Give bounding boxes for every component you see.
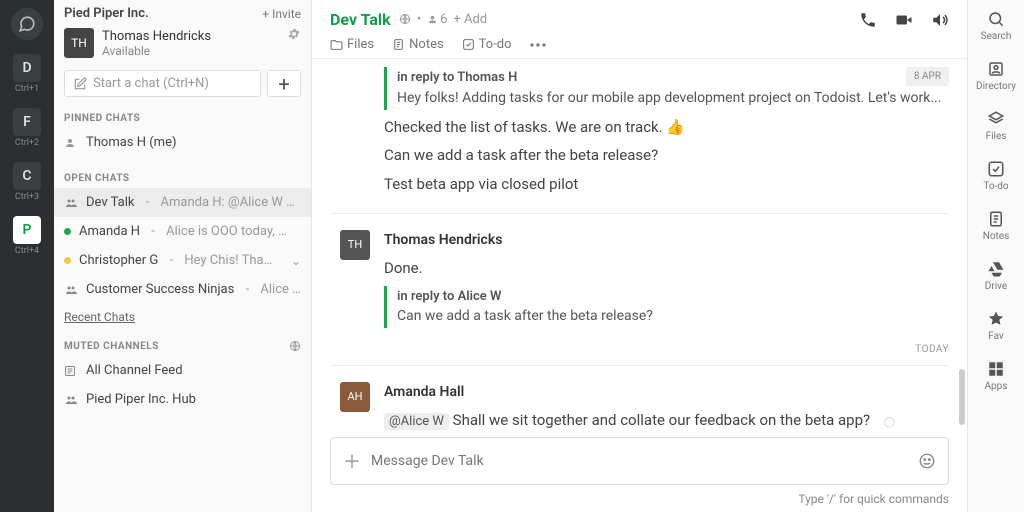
todo-icon: [987, 160, 1005, 178]
attach-icon[interactable]: ＋: [343, 448, 361, 474]
recent-chats-link[interactable]: Recent Chats: [54, 304, 311, 334]
mention-chip[interactable]: @Alice W: [384, 413, 449, 430]
directory-icon: [987, 60, 1005, 78]
divider: [330, 213, 949, 214]
day-separator: TODAY: [330, 340, 949, 359]
section-open: OPEN CHATS: [54, 167, 311, 188]
rail-files[interactable]: Files: [986, 110, 1007, 142]
call-icon[interactable]: [859, 11, 877, 29]
org-name[interactable]: Pied Piper Inc.: [64, 6, 149, 21]
tab-todo[interactable]: To-do: [462, 37, 512, 52]
reply-quote[interactable]: in reply to Alice W Can we add a task af…: [384, 286, 949, 329]
search-placeholder: Start a chat (Ctrl+N): [93, 76, 209, 91]
rail-search[interactable]: Search: [981, 10, 1012, 42]
section-muted: MUTED CHANNELS: [54, 334, 311, 356]
workspace-c[interactable]: C Ctrl+3: [13, 162, 41, 202]
message-scroll[interactable]: 8 APR in reply to Thomas H Hey folks! Ad…: [312, 59, 967, 431]
workspace-f[interactable]: F Ctrl+2: [13, 108, 41, 148]
open-item-amanda[interactable]: Amanda H - Alice is OOO today, …: [54, 217, 311, 246]
star-icon: [987, 310, 1005, 328]
profile-block[interactable]: TH Thomas Hendricks Available: [54, 25, 311, 66]
scrollbar-thumb[interactable]: [959, 369, 965, 425]
tab-files[interactable]: Files: [330, 37, 374, 52]
sound-icon[interactable]: [931, 11, 949, 29]
group-icon: [64, 284, 78, 296]
globe-icon: [399, 13, 411, 25]
muted-item-hub[interactable]: Pied Piper Inc. Hub: [54, 385, 311, 414]
channel-title[interactable]: Dev Talk: [330, 10, 391, 29]
group-icon: [64, 394, 78, 406]
files-icon: [987, 110, 1005, 128]
more-icon[interactable]: [530, 43, 546, 47]
message-block: TH Thomas Hendricks Done. in reply to Al…: [330, 220, 949, 340]
reply-quote[interactable]: in reply to Thomas H Hey folks! Adding t…: [384, 67, 949, 110]
app-logo[interactable]: [11, 8, 43, 40]
message-text: Can we add a task after the beta release…: [384, 144, 949, 167]
chevron-down-icon[interactable]: ⌄: [291, 254, 301, 268]
members-icon[interactable]: 6: [427, 12, 447, 27]
presence-icon: [64, 228, 71, 235]
open-item-christopher[interactable]: Christopher G - Hey Chis! Tha… ⌄: [54, 246, 311, 275]
author-name[interactable]: Amanda Hall: [384, 382, 949, 403]
tools-rail: Search Directory Files To-do Notes Drive…: [968, 0, 1024, 512]
sent-status-icon: ◯: [884, 417, 895, 428]
add-chat-button[interactable]: +: [267, 70, 301, 97]
profile-status: Available: [102, 44, 211, 58]
rail-directory[interactable]: Directory: [976, 60, 1016, 92]
sidebar: Pied Piper Inc. + Invite TH Thomas Hendr…: [54, 0, 312, 512]
composer-hint: Type '/' for quick commands: [312, 489, 967, 512]
gear-icon[interactable]: [287, 27, 301, 41]
drive-icon: [987, 260, 1005, 278]
notes-icon: [987, 210, 1005, 228]
compose-icon: [73, 77, 87, 91]
rail-todo[interactable]: To-do: [983, 160, 1008, 192]
avatar: TH: [64, 28, 94, 58]
message-block: AH Amanda Hall @Alice W Shall we sit tog…: [330, 372, 949, 431]
video-icon[interactable]: [895, 11, 913, 29]
workspace-rail: D Ctrl+1 F Ctrl+2 C Ctrl+3 P Ctrl+4: [0, 0, 54, 512]
rail-notes[interactable]: Notes: [983, 210, 1010, 242]
open-item-csn[interactable]: Customer Success Ninjas - Alice W:: [54, 275, 311, 304]
message-text: Checked the list of tasks. We are on tra…: [384, 116, 949, 139]
divider: [330, 365, 949, 366]
search-icon: [987, 10, 1005, 28]
rail-apps[interactable]: Apps: [985, 360, 1008, 392]
channel-header: Dev Talk • 6 + Add Fil: [312, 0, 967, 59]
muted-item-feed[interactable]: All Channel Feed: [54, 356, 311, 385]
feed-icon: [64, 365, 78, 377]
main-pane: Dev Talk • 6 + Add Fil: [312, 0, 968, 512]
pinned-item-label: Thomas H (me): [86, 135, 177, 150]
group-icon: [64, 197, 78, 209]
date-chip: 8 APR: [906, 67, 949, 86]
profile-name: Thomas Hendricks: [102, 29, 211, 44]
emoji-icon[interactable]: [918, 452, 936, 470]
pinned-item-self[interactable]: Thomas H (me): [54, 128, 311, 157]
globe-icon[interactable]: [289, 340, 301, 352]
message-text: Done.: [384, 257, 949, 280]
composer-input[interactable]: [371, 453, 908, 469]
person-icon: [64, 137, 78, 149]
message-text: @Alice W Shall we sit together and colla…: [384, 409, 949, 431]
workspace-p[interactable]: P Ctrl+4: [13, 216, 41, 256]
rail-fav[interactable]: Fav: [987, 310, 1005, 342]
open-item-dev-talk[interactable]: Dev Talk - Amanda H: @Alice W …: [54, 188, 311, 217]
workspace-d[interactable]: D Ctrl+1: [13, 54, 41, 94]
tab-notes[interactable]: Notes: [392, 37, 444, 52]
author-name[interactable]: Thomas Hendricks: [384, 230, 949, 251]
avatar[interactable]: TH: [340, 230, 370, 260]
rail-drive[interactable]: Drive: [985, 260, 1007, 292]
message-composer[interactable]: ＋: [330, 437, 949, 485]
avatar[interactable]: AH: [340, 382, 370, 412]
presence-icon: [64, 257, 71, 264]
section-pinned: PINNED CHATS: [54, 107, 311, 128]
message-block: 8 APR in reply to Thomas H Hey folks! Ad…: [330, 59, 949, 207]
add-members-button[interactable]: + Add: [453, 12, 487, 27]
apps-icon: [987, 360, 1005, 378]
invite-button[interactable]: + Invite: [262, 7, 301, 21]
message-text: Test beta app via closed pilot: [384, 173, 949, 196]
start-chat-input[interactable]: Start a chat (Ctrl+N): [64, 70, 261, 97]
